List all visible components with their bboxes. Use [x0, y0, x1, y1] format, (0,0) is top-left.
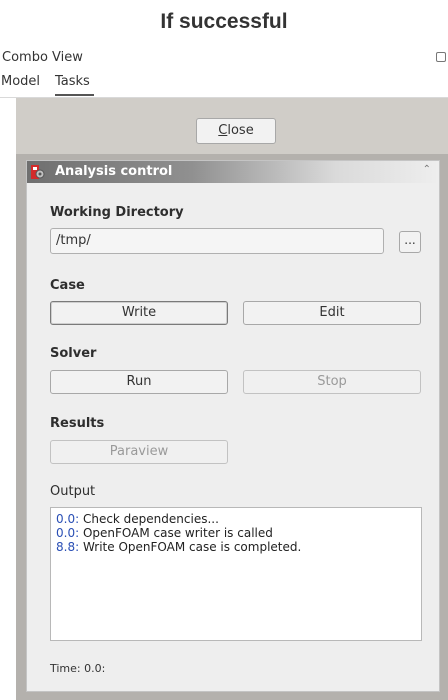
browse-button[interactable]: ... [399, 231, 421, 253]
close-button[interactable]: Close [196, 118, 276, 144]
log-timestamp: 8.8: [56, 540, 80, 554]
tab-tasks[interactable]: Tasks [55, 72, 94, 96]
results-label: Results [50, 416, 105, 431]
working-directory-label: Working Directory [50, 205, 184, 220]
log-line: 0.0: OpenFOAM case writer is called [56, 526, 416, 540]
output-log[interactable]: 0.0: Check dependencies... 0.0: OpenFOAM… [50, 507, 422, 641]
close-label-rest: lose [227, 123, 254, 138]
paraview-button[interactable]: Paraview [50, 440, 228, 464]
run-button[interactable]: Run [50, 370, 228, 394]
float-window-icon[interactable] [436, 52, 446, 62]
log-timestamp: 0.0: [56, 512, 80, 526]
write-button[interactable]: Write [50, 301, 228, 325]
stop-button[interactable]: Stop [243, 370, 421, 394]
log-message: Write OpenFOAM case is completed. [79, 540, 302, 554]
caption-title: If successful [160, 10, 288, 33]
solver-label: Solver [50, 346, 97, 361]
panel-header[interactable]: Analysis control ⌃ [27, 161, 439, 183]
analysis-gear-icon [31, 165, 45, 179]
tab-model[interactable]: Model [1, 72, 40, 96]
log-line: 8.8: Write OpenFOAM case is completed. [56, 540, 416, 554]
log-timestamp: 0.0: [56, 526, 80, 540]
log-message: OpenFOAM case writer is called [79, 526, 273, 540]
collapse-icon[interactable]: ⌃ [423, 164, 431, 175]
combo-view-title: Combo View [2, 50, 83, 65]
case-label: Case [50, 278, 85, 293]
tab-bar: Model Tasks [0, 72, 448, 96]
output-label: Output [50, 484, 96, 499]
working-directory-input[interactable]: /tmp/ [50, 228, 384, 254]
log-message: Check dependencies... [79, 512, 219, 526]
log-line: 0.0: Check dependencies... [56, 512, 416, 526]
close-mnemonic: C [218, 123, 228, 138]
panel-title: Analysis control [55, 164, 173, 179]
time-label: Time: 0.0: [50, 662, 106, 675]
analysis-control-panel: Analysis control ⌃ Working Directory /tm… [26, 160, 440, 692]
task-button-area: Close [16, 98, 448, 154]
edit-button[interactable]: Edit [243, 301, 421, 325]
